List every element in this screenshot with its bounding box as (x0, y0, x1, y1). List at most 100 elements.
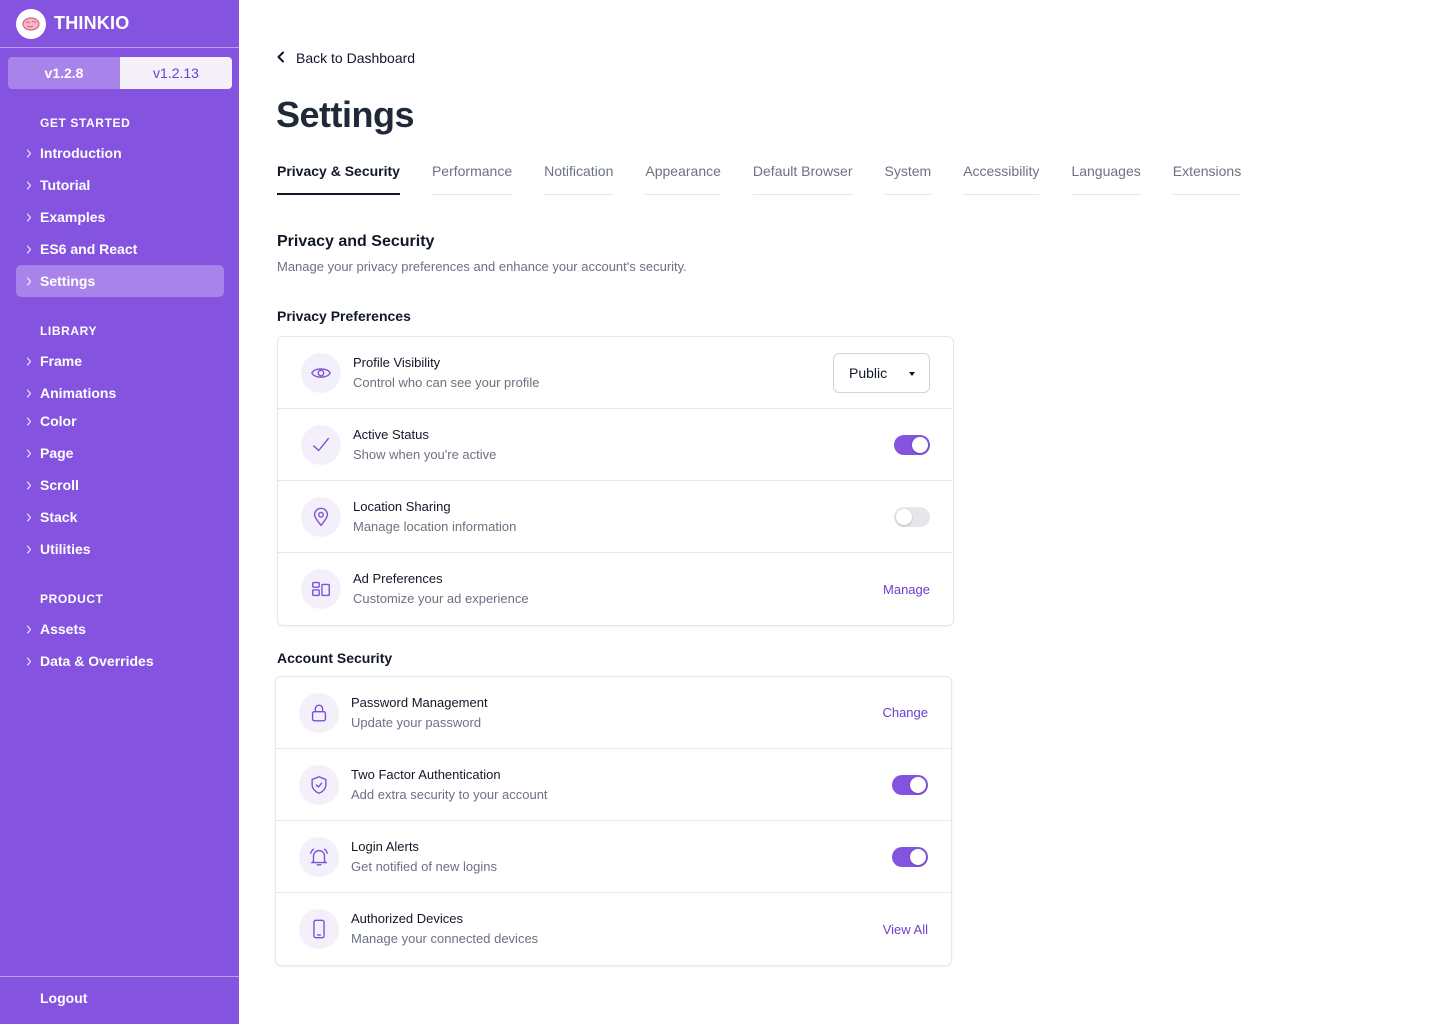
tab-default-browser[interactable]: Default Browser (752, 163, 853, 195)
setting-row-login-alerts: Login Alerts Get notified of new logins (276, 821, 951, 893)
toggle-switch[interactable] (894, 506, 930, 527)
sidebar-item-label: ES6 and React (40, 241, 138, 257)
eye-icon (301, 352, 341, 393)
manage-link[interactable]: Manage (883, 582, 930, 597)
shield-check-icon (299, 764, 339, 805)
tab-privacy-security[interactable]: Privacy & Security (277, 163, 400, 195)
setting-text: Ad Preferences Customize your ad experien… (353, 570, 883, 608)
chevron-right-icon (16, 388, 40, 398)
setting-subtitle: Control who can see your profile (353, 374, 540, 390)
toggle-switch[interactable] (892, 774, 928, 795)
caret-down-icon (909, 371, 915, 376)
chevron-right-icon (16, 212, 40, 222)
setting-row-ad-preferences: Ad Preferences Customize your ad experien… (278, 553, 953, 625)
sidebar-item-color[interactable]: Color (16, 405, 224, 437)
setting-title: Password Management (351, 694, 488, 710)
chevron-right-icon (16, 276, 40, 286)
sidebar-item-page[interactable]: Page (16, 437, 224, 469)
setting-subtitle: Add extra security to your account (351, 786, 548, 802)
toggle-switch[interactable] (892, 846, 928, 867)
sidebar-item-assets[interactable]: Assets (16, 613, 224, 645)
sidebar-item-label: Settings (40, 273, 96, 289)
sidebar-item-introduction[interactable]: Introduction (16, 137, 224, 169)
tab-performance[interactable]: Performance (431, 163, 513, 195)
privacy-preferences-card: Profile Visibility Control who can see yo… (277, 336, 954, 626)
setting-text: Login Alerts Get notified of new logins (351, 838, 892, 876)
setting-row-password-management: Password Management Update your password C… (276, 677, 951, 749)
sidebar-item-label: Color (40, 413, 77, 429)
setting-title: Location Sharing (353, 498, 451, 514)
tab-system[interactable]: System (884, 163, 932, 195)
setting-text: Active Status Show when you're active (353, 426, 894, 464)
sidebar-item-utilities[interactable]: Utilities (16, 533, 224, 565)
chevron-right-icon (16, 512, 40, 522)
sidebar-item-data-overrides[interactable]: Data & Overrides (16, 645, 224, 677)
logout-button[interactable]: Logout (40, 990, 87, 1006)
sidebar-item-examples[interactable]: Examples (16, 201, 224, 233)
sidebar: THINKIO v1.2.8 v1.2.13 GET STARTED Introd… (0, 0, 239, 1024)
setting-title: Login Alerts (351, 838, 419, 854)
sidebar-item-label: Animations (40, 385, 117, 401)
account-security-heading: Account Security (277, 650, 393, 666)
sidebar-item-settings[interactable]: Settings (16, 265, 224, 297)
sidebar-item-label: Scroll (40, 477, 79, 493)
setting-subtitle: Show when you're active (353, 446, 497, 462)
setting-title: Profile Visibility (353, 354, 441, 370)
setting-row-profile-visibility: Profile Visibility Control who can see yo… (278, 337, 953, 409)
view-all-link[interactable]: View All (883, 922, 928, 937)
settings-tabs: Privacy & Security Performance Notificatio… (277, 163, 1242, 195)
toggle-knob (912, 436, 928, 453)
setting-title: Ad Preferences (353, 571, 443, 586)
back-to-dashboard-link[interactable]: Back to Dashboard (276, 48, 415, 68)
toggle-switch[interactable] (894, 434, 930, 455)
account-security-card: Password Management Update your password C… (275, 676, 952, 966)
sidebar-item-scroll[interactable]: Scroll (16, 469, 224, 501)
chevron-right-icon (16, 624, 40, 634)
brand-name: THINKIO (54, 13, 130, 33)
tab-appearance[interactable]: Appearance (645, 163, 721, 195)
setting-title: Two Factor Authentication (351, 766, 501, 782)
setting-row-authorized-devices: Authorized Devices Manage your connected … (276, 893, 951, 965)
sidebar-item-label: Data & Overrides (40, 653, 154, 669)
back-label: Back to Dashboard (296, 50, 416, 66)
tab-notification[interactable]: Notification (544, 163, 614, 195)
check-icon (301, 424, 341, 465)
chevron-right-icon (16, 180, 40, 190)
section-description: Manage your privacy preferences and enha… (277, 259, 687, 274)
sidebar-item-frame[interactable]: Frame (16, 345, 224, 377)
brand[interactable]: THINKIO (0, 0, 239, 48)
chevron-right-icon (16, 480, 40, 490)
change-link[interactable]: Change (882, 705, 928, 720)
toggle-knob (910, 848, 926, 865)
select-value: Public (849, 364, 888, 381)
sidebar-item-tutorial[interactable]: Tutorial (16, 169, 224, 201)
location-pin-icon (301, 496, 341, 537)
sidebar-item-label: Page (40, 445, 74, 461)
profile-visibility-select[interactable]: Public (833, 352, 930, 393)
tab-accessibility[interactable]: Accessibility (963, 163, 1040, 195)
toggle-knob (910, 776, 926, 793)
sidebar-item-label: Stack (40, 509, 78, 525)
setting-subtitle: Manage location information (353, 518, 517, 534)
tab-extensions[interactable]: Extensions (1172, 163, 1242, 195)
version-option[interactable]: v1.2.8 (8, 57, 120, 89)
setting-text: Password Management Update your password (351, 694, 882, 732)
section-title: Privacy and Security (277, 233, 435, 250)
sidebar-item-label: Assets (40, 621, 86, 637)
sidebar-item-label: Frame (40, 353, 83, 369)
chevron-right-icon (16, 544, 40, 554)
chevron-right-icon (16, 148, 40, 158)
toggle-knob (896, 508, 912, 525)
page-title: Settings (276, 94, 415, 135)
sidebar-item-label: Introduction (40, 145, 122, 161)
tab-languages[interactable]: Languages (1071, 163, 1141, 195)
phone-icon (299, 909, 339, 949)
version-option[interactable]: v1.2.13 (120, 57, 232, 89)
sidebar-item-es6-and-react[interactable]: ES6 and React (16, 233, 224, 265)
sidebar-item-stack[interactable]: Stack (16, 501, 224, 533)
chevron-right-icon (16, 448, 40, 458)
chevron-right-icon (16, 244, 40, 254)
setting-text: Profile Visibility Control who can see yo… (353, 354, 833, 392)
version-switcher: v1.2.8 v1.2.13 (8, 57, 232, 89)
setting-row-two-factor-authentication: Two Factor Authentication Add extra secur… (276, 749, 951, 821)
